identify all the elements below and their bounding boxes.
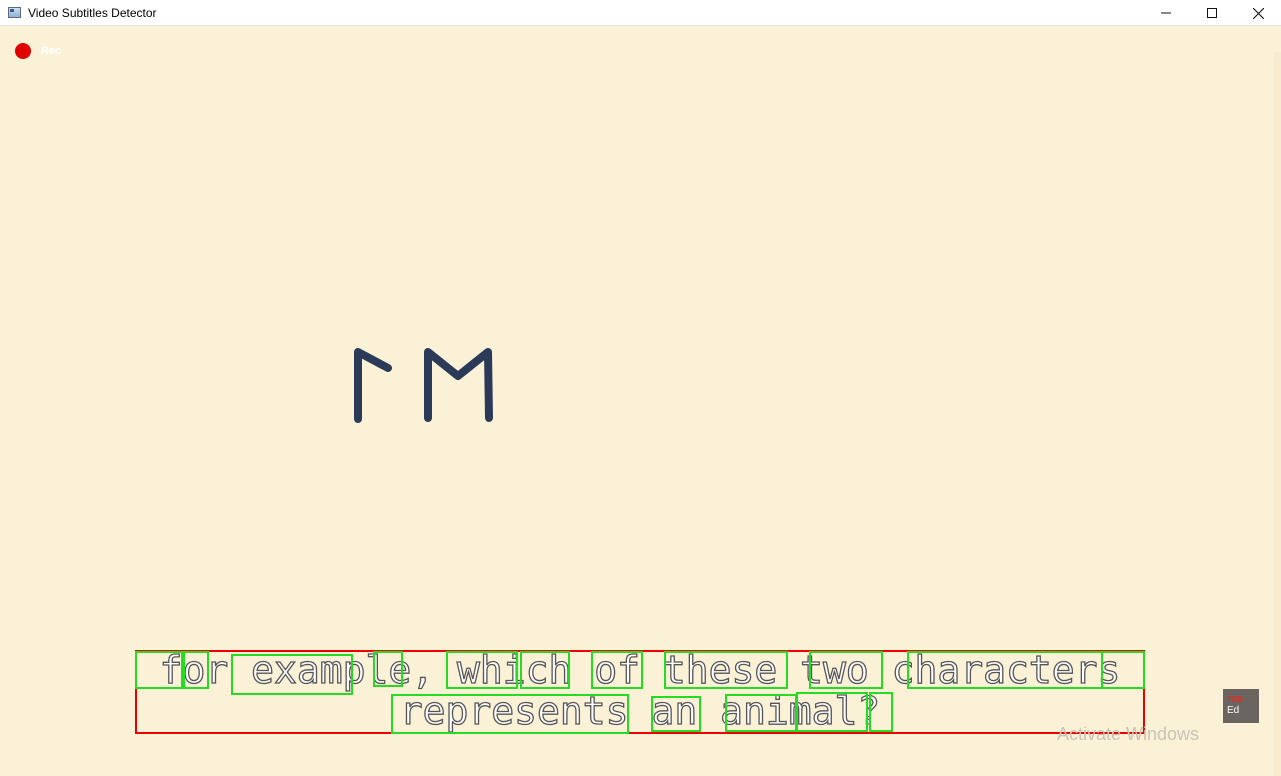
word-box	[231, 654, 353, 695]
glyph-second-character	[424, 348, 493, 422]
two-characters-glyphs	[354, 348, 493, 423]
record-dot-icon	[15, 43, 31, 59]
word-box	[869, 692, 893, 732]
word-box	[725, 694, 797, 732]
close-icon	[1252, 7, 1264, 19]
recording-label: Rec	[41, 45, 62, 57]
word-box	[183, 651, 209, 689]
window-edge	[1274, 52, 1281, 776]
glyph-first-character	[354, 348, 392, 423]
window-controls	[1143, 0, 1281, 26]
maximize-icon	[1207, 8, 1217, 18]
word-box	[907, 651, 1103, 689]
word-box	[373, 651, 403, 687]
subtitle-detection-box: for example, which of these two characte…	[135, 649, 1145, 734]
word-box	[651, 696, 701, 732]
minimize-icon	[1161, 12, 1171, 14]
ted-brand: TED	[1227, 695, 1243, 704]
ted-suffix: Ed	[1227, 705, 1240, 716]
maximize-button[interactable]	[1189, 0, 1235, 26]
ted-ed-logo: TED Ed	[1223, 689, 1259, 723]
word-box	[446, 651, 518, 689]
activation-watermark: Activate Windows	[1057, 724, 1200, 744]
word-box	[135, 651, 183, 689]
word-box	[1101, 651, 1145, 689]
word-box	[520, 651, 570, 689]
title-bar: Video Subtitles Detector	[0, 0, 1281, 26]
word-box	[391, 694, 629, 734]
word-box	[796, 692, 868, 732]
word-box	[664, 651, 788, 689]
recording-indicator: Rec	[15, 43, 61, 59]
word-box	[809, 651, 883, 689]
window-title: Video Subtitles Detector	[28, 5, 157, 20]
minimize-button[interactable]	[1143, 0, 1189, 26]
app-window-icon	[8, 7, 21, 18]
close-button[interactable]	[1235, 0, 1281, 26]
video-frame: Rec for example, which of these two char…	[0, 26, 1281, 776]
word-box	[591, 651, 643, 689]
subtitle-line-2: represents an animal?	[399, 689, 881, 733]
